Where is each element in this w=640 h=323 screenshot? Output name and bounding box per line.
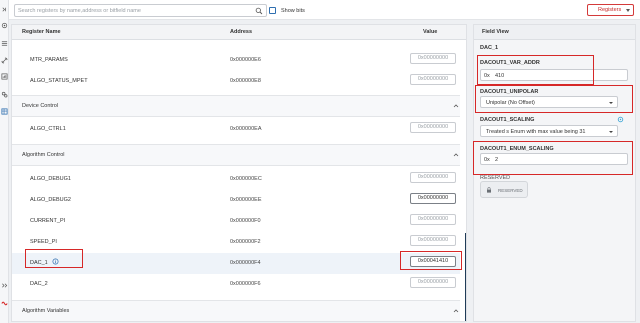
show-bits-checkbox[interactable]: [269, 7, 276, 14]
link-icon[interactable]: [1, 57, 8, 64]
table-row[interactable]: MTR_PARAMS 0x000000E6 0x00000000: [12, 50, 460, 71]
field-select-unipolar[interactable]: Unipolar (No Offset): [480, 96, 618, 108]
field-input-enum-scaling[interactable]: 0x 2: [480, 153, 628, 165]
group-name: Algorithm Control: [22, 152, 65, 158]
register-value-input[interactable]: 0x00041410: [410, 256, 456, 267]
register-map-icon[interactable]: [1, 108, 8, 115]
chart-icon[interactable]: [1, 73, 8, 80]
show-bits-toggle[interactable]: Show bits: [269, 6, 305, 15]
group-name: Device Control: [22, 103, 59, 109]
show-bits-label: Show bits: [281, 7, 305, 14]
left-rail: [0, 0, 9, 323]
register-address: 0x000000E8: [230, 78, 261, 84]
chevron-up-icon[interactable]: [453, 308, 459, 314]
expand-icon[interactable]: [1, 6, 8, 13]
select-value: Unipolar (No Offset): [486, 100, 535, 106]
table-header: Register Name Address Value: [12, 25, 466, 40]
register-value-input[interactable]: 0x00000000: [410, 235, 456, 246]
col-header-address: Address: [230, 29, 253, 35]
register-address: 0x000000E6: [230, 57, 261, 63]
sliders-icon[interactable]: [1, 40, 8, 47]
table-row[interactable]: DAC_2 0x000000F6 0x00000000: [12, 274, 460, 295]
field-select-scaling[interactable]: Treated s Enum with max value being 31: [480, 125, 618, 137]
register-address: 0x000000F4: [230, 260, 261, 266]
table-row[interactable]: ALGO_DEBUG1 0x000000EC 0x00000000: [12, 169, 460, 190]
register-value-input[interactable]: 0x00000000: [410, 277, 456, 288]
field-label-var-addr: DACOUT1_VAR_ADDR: [480, 60, 540, 66]
register-address: 0x000000EA: [230, 126, 262, 132]
caret-down-icon: [626, 8, 631, 12]
gear-icon[interactable]: [617, 116, 624, 123]
register-name: CURRENT_PI: [30, 218, 66, 224]
register-address: 0x000000EE: [230, 197, 262, 203]
register-name: ALGO_CTRL1: [30, 126, 66, 132]
field-view-register-name: DAC_1: [480, 45, 499, 51]
reserved-badge: RESERVED: [480, 181, 528, 198]
register-value-input[interactable]: 0x00000000: [410, 122, 456, 133]
register-value-input[interactable]: 0x00000000: [410, 172, 456, 183]
register-value-input[interactable]: 0x00000000: [410, 53, 456, 64]
table-row[interactable]: SPEED_PI 0x000000F2 0x00000000: [12, 232, 460, 253]
col-header-value: Value: [423, 29, 438, 35]
field-view-panel: Field View DAC_1 DACOUT1_VAR_ADDR 0x 410…: [473, 24, 636, 322]
table-row[interactable]: ALGO_STATUS_MPET 0x000000E8 0x00000000: [12, 71, 460, 92]
collapse-icon[interactable]: [1, 282, 8, 289]
search-icon[interactable]: [255, 7, 263, 15]
field-label-scaling: DACOUT1_SCALING: [480, 117, 535, 123]
register-table: Register Name Address Value MTR_PARAMS 0…: [11, 24, 467, 322]
register-name: ALGO_DEBUG1: [30, 176, 71, 182]
info-icon[interactable]: [52, 258, 59, 265]
col-header-name: Register Name: [22, 29, 61, 35]
register-name: DAC_2: [30, 281, 48, 287]
registers-dropdown-button[interactable]: Registers: [587, 4, 634, 16]
brand-icon: [1, 300, 8, 307]
group-header-device-control[interactable]: Device Control: [12, 95, 460, 117]
select-value: Treated s Enum with max value being 31: [486, 129, 586, 135]
register-value-input[interactable]: 0x00000000: [410, 214, 456, 225]
field-label-enum-scaling: DACOUT1_ENUM_SCALING: [480, 146, 554, 152]
chip-icon[interactable]: [1, 22, 8, 29]
table-row[interactable]: ALGO_DEBUG2 0x000000EE 0x00000000: [12, 190, 460, 211]
search-input[interactable]: [18, 6, 248, 16]
field-label-unipolar: DACOUT1_UNIPOLAR: [480, 89, 539, 95]
table-scrollbar[interactable]: [465, 233, 466, 321]
group-header-algorithm-control[interactable]: Algorithm Control: [12, 144, 460, 166]
table-row[interactable]: ALGO_CTRL1 0x000000EA 0x00000000: [12, 119, 460, 140]
group-header-algorithm-variables[interactable]: Algorithm Variables: [12, 300, 460, 321]
register-value-input[interactable]: 0x00000000: [410, 193, 456, 204]
register-name: DAC_1: [30, 260, 48, 266]
field-view-header: Field View: [474, 25, 635, 40]
field-value: 2: [495, 157, 499, 163]
register-name: ALGO_DEBUG2: [30, 197, 71, 203]
caret-down-icon: [609, 131, 613, 133]
register-value-input[interactable]: 0x00000000: [410, 74, 456, 85]
table-row[interactable]: CURRENT_PI 0x000000F0 0x00000000: [12, 211, 460, 232]
table-row-selected[interactable]: DAC_1 0x000000F4 0x00041410: [12, 253, 460, 274]
register-address: 0x000000F2: [230, 239, 261, 245]
reserved-text: RESERVED: [498, 188, 523, 193]
search-box: [14, 4, 267, 17]
register-address: 0x000000F0: [230, 218, 261, 224]
top-bar: Show bits Registers: [9, 0, 640, 20]
chevron-up-icon[interactable]: [453, 103, 459, 109]
field-input-var-addr[interactable]: 0x 410: [480, 69, 628, 81]
hex-prefix: 0x: [484, 73, 490, 79]
hex-prefix: 0x: [484, 157, 490, 163]
register-address: 0x000000EC: [230, 176, 262, 182]
caret-down-icon: [609, 102, 613, 104]
field-value: 410: [495, 73, 505, 79]
register-address: 0x000000F6: [230, 281, 261, 287]
register-name: MTR_PARAMS: [30, 57, 68, 63]
lock-icon: [486, 187, 492, 193]
settings-icon[interactable]: [1, 91, 8, 98]
register-name: SPEED_PI: [30, 239, 57, 245]
register-name: ALGO_STATUS_MPET: [30, 78, 88, 84]
chevron-up-icon[interactable]: [453, 152, 459, 158]
group-name: Algorithm Variables: [22, 308, 70, 314]
registers-button-label: Registers: [598, 7, 622, 13]
